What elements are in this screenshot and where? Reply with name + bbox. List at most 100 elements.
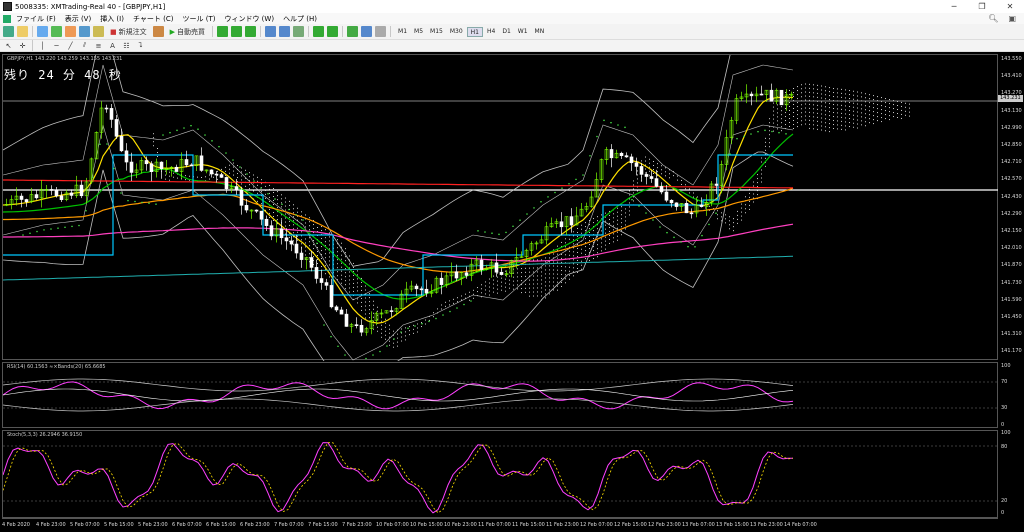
menu-tools[interactable]: ツール (T) xyxy=(182,14,215,24)
cloud-dot xyxy=(441,304,442,306)
auto-trading-button[interactable]: ▶ 自動売買 xyxy=(167,26,208,37)
timeframe-m1[interactable]: M1 xyxy=(395,27,410,37)
candle-body xyxy=(634,162,639,167)
cloud-dot xyxy=(761,177,762,179)
sar-dot xyxy=(309,230,311,233)
cloud-dot xyxy=(857,119,858,121)
cloud-dot xyxy=(521,268,522,270)
menu-insert[interactable]: 挿入 (I) xyxy=(100,14,124,24)
cloud-dot xyxy=(573,267,574,269)
cloud-dot xyxy=(601,226,602,228)
chart-window-icon[interactable] xyxy=(3,14,11,23)
rsi-pane[interactable]: RSI(14) 60.1563 ≈×Bands(20) 65.6685 xyxy=(2,362,999,428)
cloud-dot xyxy=(157,156,158,158)
timeframe-w1[interactable]: W1 xyxy=(515,27,531,37)
menu-help[interactable]: ヘルプ (H) xyxy=(283,14,317,24)
cloud-dot xyxy=(765,137,766,139)
channel-icon[interactable]: ⫽ xyxy=(79,40,90,51)
cloud-dot xyxy=(309,229,310,231)
data-window-icon[interactable] xyxy=(51,26,62,37)
cloud-dot xyxy=(437,308,438,310)
timeframe-m30[interactable]: M30 xyxy=(447,27,466,37)
periods-icon[interactable] xyxy=(361,26,373,37)
cloud-dot xyxy=(581,224,582,226)
timeframe-h4[interactable]: H4 xyxy=(484,27,498,37)
cloud-dot xyxy=(753,193,754,195)
arrows-icon[interactable]: ⮧ xyxy=(135,40,146,51)
search-icon[interactable]: 🔍︎ xyxy=(988,14,998,23)
bar-chart-icon[interactable] xyxy=(217,26,229,37)
crosshair-icon[interactable]: ✛ xyxy=(17,40,28,51)
menu-file[interactable]: ファイル (F) xyxy=(16,14,56,24)
menu-charts[interactable]: チャート (C) xyxy=(133,14,174,24)
line-chart-icon[interactable] xyxy=(245,26,257,37)
timeframe-m15[interactable]: M15 xyxy=(427,27,446,37)
zoom-out-icon[interactable] xyxy=(279,26,291,37)
cloud-dot xyxy=(573,275,574,277)
navigator-icon[interactable] xyxy=(65,26,76,37)
timeframe-mn[interactable]: MN xyxy=(532,27,548,37)
trendline-icon[interactable]: ╱ xyxy=(65,40,76,51)
profiles-icon[interactable] xyxy=(17,26,28,37)
text-label-icon[interactable]: ☷ xyxy=(121,40,132,51)
cloud-dot xyxy=(229,168,230,170)
metaeditor-icon[interactable] xyxy=(152,26,164,37)
main-chart-pane[interactable]: GBPJPY,H1 143.220 143.259 143.155 143.23… xyxy=(2,54,999,361)
cloud-dot xyxy=(693,196,694,198)
cloud-dot xyxy=(849,90,850,92)
timeframe-m5[interactable]: M5 xyxy=(411,27,426,37)
timeframe-h1[interactable]: H1 xyxy=(466,26,483,37)
cloud-dot xyxy=(845,105,846,107)
text-icon[interactable]: A xyxy=(107,40,118,51)
cloud-dot xyxy=(541,283,542,285)
new-order-button[interactable]: ■ 新規注文 xyxy=(107,26,150,37)
minimize-button[interactable]: ─ xyxy=(940,0,968,13)
cloud-dot xyxy=(737,210,738,212)
candle-body xyxy=(184,159,189,166)
new-chart-icon[interactable] xyxy=(3,26,14,37)
stochastic-scale: 100 80 20 0 xyxy=(998,430,1024,518)
terminal-icon[interactable] xyxy=(79,26,90,37)
timeframe-d1[interactable]: D1 xyxy=(499,27,513,37)
cloud-dot xyxy=(301,219,302,221)
cloud-dot xyxy=(513,288,514,290)
candle-body xyxy=(269,225,274,237)
candle-body xyxy=(199,155,204,171)
sar-dot xyxy=(484,231,486,233)
cloud-dot xyxy=(833,108,834,110)
market-watch-icon[interactable] xyxy=(37,26,48,37)
sar-dot xyxy=(470,300,472,302)
candlesticks-icon[interactable] xyxy=(231,26,243,37)
cloud-dot xyxy=(829,119,830,121)
close-button[interactable]: ✕ xyxy=(996,0,1024,13)
cloud-dot xyxy=(557,245,558,247)
chart-shift-icon[interactable] xyxy=(313,26,325,37)
indicators-icon[interactable] xyxy=(347,26,359,37)
cloud-dot xyxy=(497,288,498,290)
cloud-dot xyxy=(897,109,898,111)
sar-dot xyxy=(218,145,220,148)
tile-windows-icon[interactable] xyxy=(293,26,305,37)
candle-body xyxy=(419,288,424,291)
autoscroll-icon[interactable] xyxy=(327,26,339,37)
menu-window[interactable]: ウィンドウ (W) xyxy=(224,14,274,24)
fibonacci-icon[interactable]: ≡ xyxy=(93,40,104,51)
cloud-dot xyxy=(381,328,382,330)
templates-icon[interactable] xyxy=(375,26,387,37)
cloud-dot xyxy=(377,310,378,312)
cloud-dot xyxy=(153,145,154,147)
tester-icon[interactable] xyxy=(93,26,104,37)
cloud-dot xyxy=(857,103,858,105)
candle-body xyxy=(244,205,249,211)
cursor-icon[interactable]: ↖ xyxy=(3,40,14,51)
stochastic-pane[interactable]: Stoch(5,3,3) 26.2946 36.9150 xyxy=(2,430,999,518)
vertical-line-icon[interactable]: │ xyxy=(37,40,48,51)
horizontal-line-icon[interactable]: ─ xyxy=(51,40,62,51)
cloud-dot xyxy=(549,265,550,267)
zoom-in-icon[interactable] xyxy=(265,26,277,37)
menu-view[interactable]: 表示 (V) xyxy=(65,14,91,24)
cloud-dot xyxy=(677,179,678,181)
chat-icon[interactable]: ▣ xyxy=(1008,14,1016,23)
restore-button[interactable]: ❐ xyxy=(968,0,996,13)
cloud-dot xyxy=(577,231,578,233)
